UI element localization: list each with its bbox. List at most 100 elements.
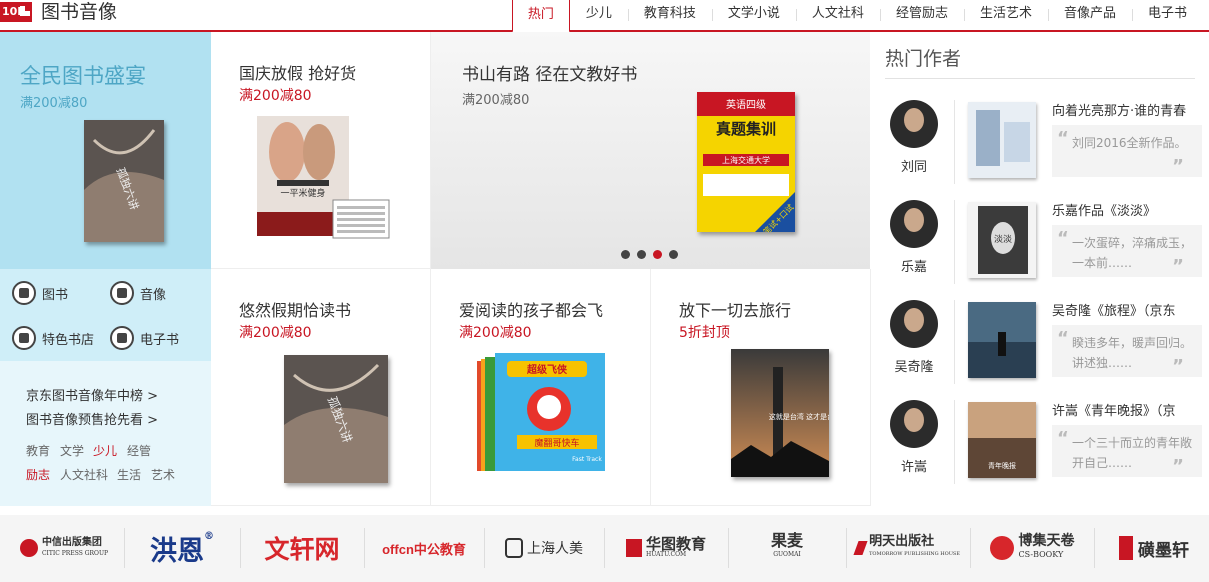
brand-subname: CITIC PRESS GROUP — [41, 550, 109, 557]
avatar[interactable] — [890, 300, 938, 348]
brand-logo-citic[interactable]: 中信出版集团 CITIC PRESS GROUP — [14, 531, 114, 565]
tab-ebook[interactable]: 电子书 — [1131, 0, 1203, 30]
hot-authors-panel: 热门作者 刘同 向着光亮那方·谁的青春 “ 刘同2016全新作品。 ” 乐嘉 淡… — [871, 32, 1209, 506]
tag-humanities[interactable]: 人文社科 — [60, 466, 108, 483]
brand-logo-offcn[interactable]: offcn中公教育 — [374, 531, 474, 565]
quote-close-icon: ” — [1172, 256, 1184, 277]
brand-logo-guomai[interactable]: 果麦 GUOMAI — [738, 531, 836, 565]
tag-education[interactable]: 教育 — [26, 442, 50, 459]
brand-subname: HUATU.COM — [645, 551, 687, 558]
author-item[interactable]: 吴奇隆 吴奇隆《旅程》（京东 “ 睽违多年，暖声回归。讲述独…… ” — [871, 300, 1209, 400]
travel-book-cover: 这就是台湾 这才是台湾 — [731, 349, 829, 477]
brand-subname: GUOMAI — [773, 551, 801, 558]
brand-name: 明天出版社 — [869, 534, 935, 549]
avatar[interactable] — [890, 400, 938, 448]
brand-strip: 中信出版集团 CITIC PRESS GROUP 洪恩 ® 文轩网 offcn中… — [0, 515, 1209, 582]
brand-logo-huatu[interactable]: 华图教育 HUATU.COM — [614, 531, 718, 565]
exam-book-cover: 英语四级 真题集训 上海交通大学 笔试+口试 — [697, 92, 795, 232]
promo-subtitle: 满200减80 — [20, 96, 88, 111]
divider — [954, 100, 955, 184]
brand-name: 上海人美 — [527, 541, 583, 557]
brand-logo-shrenmei[interactable]: 上海人美 — [494, 531, 594, 565]
quote-text: 刘同2016全新作品。 — [1072, 136, 1187, 150]
category-audio[interactable]: 音像 — [110, 281, 166, 305]
quick-links: 京东图书音像年中榜 > 图书音像预售抢先看 > 教育 文学 少儿 经管 励志 人… — [0, 361, 211, 506]
divider — [885, 78, 1195, 79]
promo-cell-kids[interactable]: 爱阅读的孩子都会飞 满200减80 超级飞侠 魔翻哥快车 Fast Track — [431, 269, 651, 506]
banner-carousel[interactable]: 书山有路 径在文教好书 满200减80 英语四级 真题集训 上海交通大学 笔试+… — [431, 32, 870, 269]
tag-art[interactable]: 艺术 — [151, 466, 175, 483]
tab-literature[interactable]: 文学小说 — [711, 0, 796, 30]
divider — [1094, 528, 1095, 568]
divider — [954, 400, 955, 484]
tab-education[interactable]: 教育科技 — [627, 0, 712, 30]
brand-logo-mingtian[interactable]: 明天出版社 TOMORROW PUBLISHING HOUSE — [853, 531, 960, 565]
author-item[interactable]: 乐嘉 淡淡 乐嘉作品《淡淡》 “ 一次蛋碎，淬痛成玉，一本前…… ” — [871, 200, 1209, 300]
category-label: 音像 — [140, 287, 167, 303]
kids-book-series: 超级飞侠 — [526, 363, 568, 376]
huatu-logo-icon — [625, 539, 642, 557]
tab-kids[interactable]: 少儿 — [570, 0, 628, 30]
quote-open-icon: “ — [1057, 128, 1069, 149]
author-book-title[interactable]: 吴奇隆《旅程》（京东 — [1052, 300, 1207, 319]
author-quote: “ 刘同2016全新作品。 ” — [1052, 125, 1202, 177]
carousel-dot[interactable] — [637, 250, 646, 259]
avatar[interactable] — [890, 100, 938, 148]
author-name: 许嵩 — [900, 460, 927, 475]
link-presale[interactable]: 图书音像预售抢先看 > — [26, 409, 158, 428]
brand-logo-wenxuan[interactable]: 文轩网 — [250, 531, 354, 565]
tab-life-art[interactable]: 生活艺术 — [963, 0, 1048, 30]
author-item[interactable]: 刘同 向着光亮那方·谁的青春 “ 刘同2016全新作品。 ” — [871, 100, 1209, 200]
floor-header: 10F 图书音像 热门 少儿 教育科技 文学小说 人文社科 经管励志 生活艺术 … — [0, 0, 1209, 33]
brand-name: 华图教育 — [645, 535, 706, 553]
author-book-title[interactable]: 乐嘉作品《淡淡》 — [1052, 200, 1207, 219]
category-ebook[interactable]: 电子书 — [110, 326, 179, 350]
kids-book-cover: 超级飞侠 魔翻哥快车 Fast Track — [477, 353, 605, 471]
link-annual-ranking[interactable]: 京东图书音像年中榜 > — [26, 385, 158, 404]
brand-logo-zhuangmo[interactable]: 磺墨轩 — [1104, 531, 1204, 565]
cell-subtitle: 满200减80 — [239, 88, 312, 104]
tab-business[interactable]: 经管励志 — [879, 0, 964, 30]
promo-book-cover[interactable]: 孤独六讲 — [84, 120, 164, 242]
floor-badge-icon — [20, 6, 30, 16]
brand-subname: TOMORROW PUBLISHING HOUSE — [869, 551, 960, 557]
quote-close-icon: ” — [1172, 356, 1184, 377]
promo-cell-national-day[interactable]: 国庆放假 抢好货 满200减80 一平米健身 — [211, 32, 431, 269]
promo-title: 全民图书盛宴 — [20, 64, 146, 88]
author-item[interactable]: 许嵩 青年晚报 许嵩《青年晚报》（京 “ 一个三十而立的青年敞开自己…… ” — [871, 400, 1209, 500]
brand-logo-boji[interactable]: 博集天卷 CS-BOOKY — [980, 531, 1084, 565]
tab-humanities[interactable]: 人文社科 — [795, 0, 880, 30]
quote-open-icon: “ — [1057, 228, 1069, 249]
carousel-dot[interactable] — [621, 250, 630, 259]
tag-literature[interactable]: 文学 — [60, 442, 84, 459]
tag-business[interactable]: 经管 — [127, 442, 151, 459]
author-book-cover[interactable] — [968, 302, 1036, 378]
author-book-title[interactable]: 许嵩《青年晚报》（京 — [1052, 400, 1207, 419]
tab-hot[interactable]: 热门 — [511, 0, 570, 33]
promo-cell-travel[interactable]: 放下一切去旅行 5折封顶 这就是台湾 这才是台湾 — [651, 269, 871, 506]
tab-audio-video[interactable]: 音像产品 — [1047, 0, 1132, 30]
brand-name: 博集天卷 — [1018, 533, 1075, 549]
author-book-cover[interactable]: 青年晚报 — [968, 402, 1036, 478]
author-book-cover-title: 淡淡 — [994, 234, 1012, 245]
author-book-cover[interactable]: 淡淡 — [968, 202, 1036, 278]
tag-kids[interactable]: 少儿 — [93, 442, 117, 459]
carousel-dot[interactable] — [669, 250, 678, 259]
promo-banner[interactable]: 全民图书盛宴 满200减80 孤独六讲 — [0, 32, 211, 269]
disc-icon — [110, 281, 134, 305]
tag-inspiration[interactable]: 励志 — [26, 466, 50, 483]
author-book-cover[interactable] — [968, 102, 1036, 178]
ebook-icon — [110, 326, 134, 350]
brand-logo-hongen[interactable]: 洪恩 ® — [134, 531, 230, 567]
kids-book-en-title: Fast Track — [572, 456, 602, 463]
store-icon — [12, 326, 36, 350]
tag-life[interactable]: 生活 — [117, 466, 141, 483]
promo-cell-holiday[interactable]: 悠然假期恰读书 满200减80 孤独六讲 — [211, 269, 431, 506]
avatar[interactable] — [890, 200, 938, 248]
category-books[interactable]: 图书 — [12, 281, 68, 305]
carousel-dot-active[interactable] — [653, 250, 662, 259]
brand-name: offcn中公教育 — [382, 541, 466, 557]
author-book-title[interactable]: 向着光亮那方·谁的青春 — [1052, 100, 1207, 119]
carousel-title: 书山有路 径在文教好书 — [462, 65, 638, 85]
category-special-store[interactable]: 特色书店 — [12, 326, 94, 350]
